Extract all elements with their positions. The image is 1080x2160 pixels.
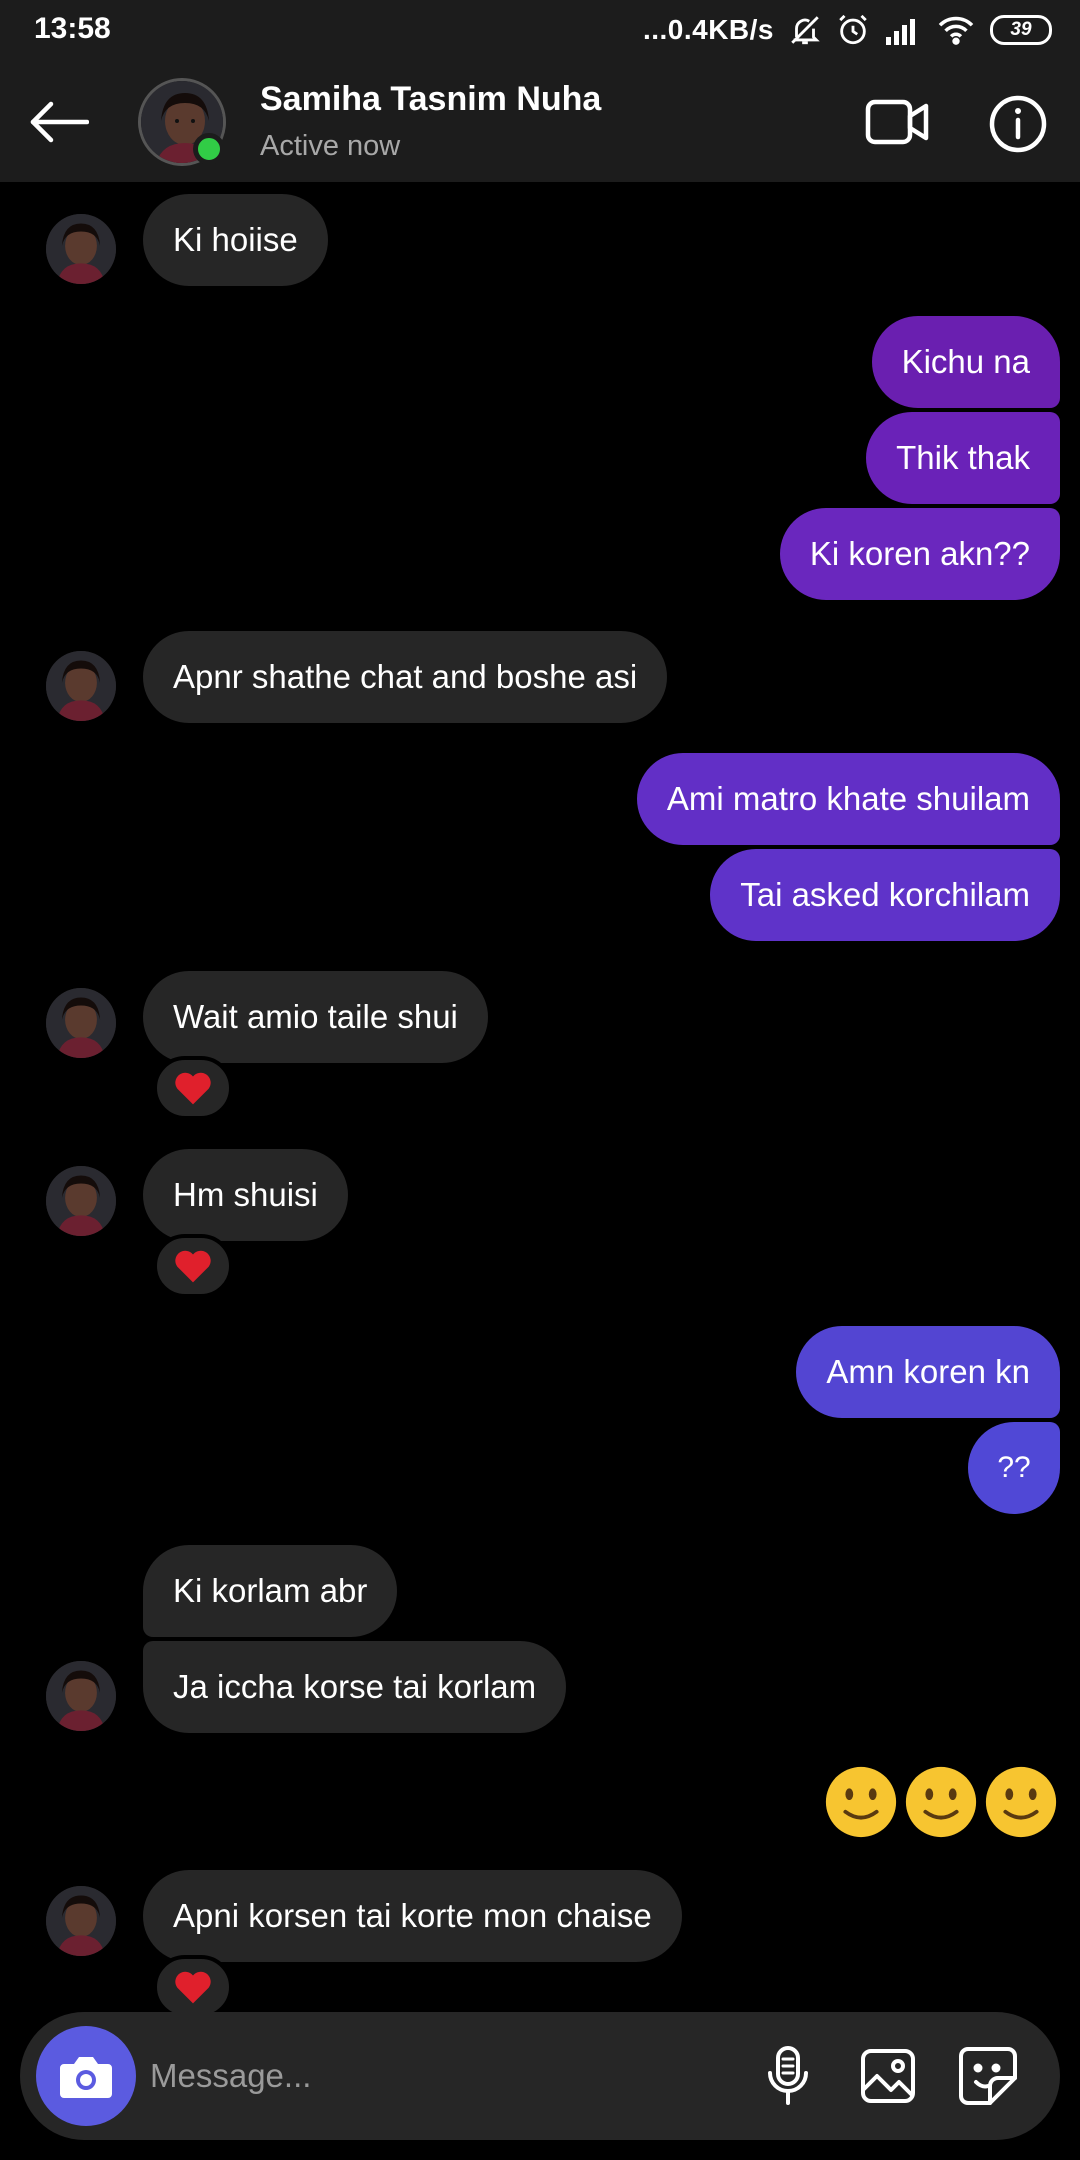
chat-header: Samiha Tasnim Nuha Active now	[0, 62, 1080, 182]
info-icon	[989, 95, 1047, 153]
incoming-message[interactable]: Ja iccha korse tai korlam	[143, 1641, 567, 1733]
online-dot	[193, 133, 225, 165]
outgoing-message[interactable]: Amn koren kn	[796, 1326, 1060, 1418]
network-speed: ...0.4KB/s	[642, 14, 774, 45]
sender-avatar[interactable]	[46, 651, 116, 721]
message-reaction[interactable]	[153, 1955, 233, 2019]
outgoing-message[interactable]: Ami matro khate shuilam	[636, 753, 1060, 845]
slightly-smiling-emoji-icon	[825, 1766, 897, 1838]
incoming-message[interactable]: Hm shuisi	[143, 1149, 348, 1241]
emoji-message[interactable]	[822, 1763, 1060, 1841]
sticker-button[interactable]	[956, 2044, 1020, 2108]
heart-icon	[175, 1250, 211, 1283]
message-reaction[interactable]	[153, 1234, 233, 1298]
microphone-button[interactable]	[756, 2044, 820, 2108]
camera-icon	[60, 2057, 112, 2098]
contact-name[interactable]: Samiha Tasnim Nuha	[260, 80, 601, 119]
signal-icon	[884, 15, 922, 45]
incoming-message[interactable]: Wait amio taile shui	[143, 971, 488, 1063]
slightly-smiling-emoji-icon	[905, 1766, 977, 1838]
incoming-message[interactable]: Ki korlam abr	[143, 1545, 398, 1637]
outgoing-message[interactable]: Thik thak	[866, 412, 1060, 504]
camera-button[interactable]	[36, 2026, 136, 2126]
info-button[interactable]	[986, 92, 1050, 156]
microphone-icon	[768, 2046, 808, 2105]
wifi-icon	[936, 14, 976, 46]
outgoing-message[interactable]: Kichu na	[871, 316, 1060, 408]
outgoing-message[interactable]: Ki koren akn??	[779, 508, 1060, 600]
sender-avatar[interactable]	[46, 988, 116, 1058]
gallery-button[interactable]	[856, 2044, 920, 2108]
sticker-icon	[959, 2047, 1017, 2105]
active-status: Active now	[260, 130, 401, 162]
status-bar: 13:58 ...0.4KB/s 39	[0, 0, 1080, 62]
sender-avatar[interactable]	[46, 1886, 116, 1956]
mute-bell-icon	[788, 13, 822, 47]
message-composer	[20, 2012, 1060, 2140]
back-arrow-icon	[30, 101, 89, 143]
status-icons: ...0.4KB/s 39	[643, 10, 1052, 50]
video-call-button[interactable]	[862, 92, 932, 152]
sender-avatar[interactable]	[46, 214, 116, 284]
alarm-icon	[836, 13, 870, 47]
heart-icon	[175, 1072, 211, 1105]
battery-indicator: 39	[990, 15, 1052, 45]
message-reaction[interactable]	[153, 1056, 233, 1120]
incoming-message[interactable]: Apnr shathe chat and boshe asi	[143, 631, 668, 723]
incoming-message[interactable]: Ki hoiise	[143, 194, 328, 286]
outgoing-message[interactable]: Tai asked korchilam	[710, 849, 1060, 941]
status-time: 13:58	[34, 12, 111, 45]
incoming-message[interactable]: Apni korsen tai korte mon chaise	[143, 1870, 682, 1962]
back-button[interactable]	[26, 92, 92, 152]
sender-avatar[interactable]	[46, 1166, 116, 1236]
outgoing-message[interactable]: ??	[968, 1422, 1060, 1514]
slightly-smiling-emoji-icon	[985, 1766, 1057, 1838]
image-icon	[861, 2049, 915, 2103]
sender-avatar[interactable]	[46, 1661, 116, 1731]
message-input[interactable]	[150, 2040, 710, 2112]
heart-icon	[175, 1971, 211, 2004]
video-call-icon	[865, 99, 929, 145]
